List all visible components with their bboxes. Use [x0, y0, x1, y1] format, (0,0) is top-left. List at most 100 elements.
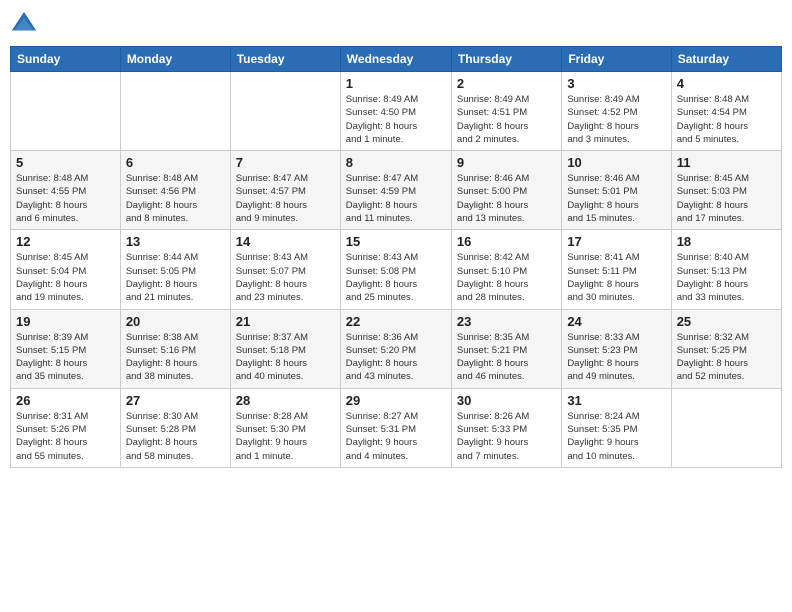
- day-number: 20: [126, 314, 225, 329]
- calendar-cell: 14 Sunrise: 8:43 AM Sunset: 5:07 PM Dayli…: [230, 230, 340, 309]
- calendar-week-5: 26 Sunrise: 8:31 AM Sunset: 5:26 PM Dayli…: [11, 388, 782, 467]
- day-info: Sunrise: 8:45 AM Sunset: 5:04 PM Dayligh…: [16, 251, 115, 304]
- logo: [10, 10, 42, 38]
- calendar-cell: 27 Sunrise: 8:30 AM Sunset: 5:28 PM Dayli…: [120, 388, 230, 467]
- day-number: 5: [16, 155, 115, 170]
- calendar-cell: 9 Sunrise: 8:46 AM Sunset: 5:00 PM Daylig…: [451, 151, 561, 230]
- calendar-cell: [11, 72, 121, 151]
- calendar-cell: 31Sunrise: 8:24 AM Sunset: 5:35 PM Dayli…: [562, 388, 671, 467]
- day-info: Sunrise: 8:38 AM Sunset: 5:16 PM Dayligh…: [126, 331, 225, 384]
- day-info: Sunrise: 8:36 AM Sunset: 5:20 PM Dayligh…: [346, 331, 446, 384]
- day-info: Sunrise: 8:49 AM Sunset: 4:51 PM Dayligh…: [457, 93, 556, 146]
- day-number: 19: [16, 314, 115, 329]
- day-number: 1: [346, 76, 446, 91]
- calendar-cell: 16 Sunrise: 8:42 AM Sunset: 5:10 PM Dayli…: [451, 230, 561, 309]
- calendar-cell: [230, 72, 340, 151]
- day-info: Sunrise: 8:47 AM Sunset: 4:59 PM Dayligh…: [346, 172, 446, 225]
- day-info: Sunrise: 8:45 AM Sunset: 5:03 PM Dayligh…: [677, 172, 776, 225]
- calendar-cell: [671, 388, 781, 467]
- day-number: 14: [236, 234, 335, 249]
- day-number: 27: [126, 393, 225, 408]
- calendar-cell: 3 Sunrise: 8:49 AM Sunset: 4:52 PM Daylig…: [562, 72, 671, 151]
- calendar-week-4: 19 Sunrise: 8:39 AM Sunset: 5:15 PM Dayli…: [11, 309, 782, 388]
- calendar-cell: 5 Sunrise: 8:48 AM Sunset: 4:55 PM Daylig…: [11, 151, 121, 230]
- day-number: 16: [457, 234, 556, 249]
- calendar-cell: 23Sunrise: 8:35 AM Sunset: 5:21 PM Dayli…: [451, 309, 561, 388]
- day-number: 4: [677, 76, 776, 91]
- day-info: Sunrise: 8:33 AM Sunset: 5:23 PM Dayligh…: [567, 331, 665, 384]
- calendar-cell: 6Sunrise: 8:48 AM Sunset: 4:56 PM Daylig…: [120, 151, 230, 230]
- calendar-cell: 17 Sunrise: 8:41 AM Sunset: 5:11 PM Dayli…: [562, 230, 671, 309]
- day-number: 30: [457, 393, 556, 408]
- day-info: Sunrise: 8:44 AM Sunset: 5:05 PM Dayligh…: [126, 251, 225, 304]
- calendar-cell: 13 Sunrise: 8:44 AM Sunset: 5:05 PM Dayli…: [120, 230, 230, 309]
- day-number: 29: [346, 393, 446, 408]
- day-header-tuesday: Tuesday: [230, 47, 340, 72]
- calendar-cell: 8 Sunrise: 8:47 AM Sunset: 4:59 PM Daylig…: [340, 151, 451, 230]
- day-info: Sunrise: 8:43 AM Sunset: 5:08 PM Dayligh…: [346, 251, 446, 304]
- day-info: Sunrise: 8:30 AM Sunset: 5:28 PM Dayligh…: [126, 410, 225, 463]
- day-header-friday: Friday: [562, 47, 671, 72]
- calendar-cell: 18 Sunrise: 8:40 AM Sunset: 5:13 PM Dayli…: [671, 230, 781, 309]
- day-number: 10: [567, 155, 665, 170]
- calendar-header-row: SundayMondayTuesdayWednesdayThursdayFrid…: [11, 47, 782, 72]
- calendar-week-3: 12 Sunrise: 8:45 AM Sunset: 5:04 PM Dayli…: [11, 230, 782, 309]
- day-number: 21: [236, 314, 335, 329]
- day-info: Sunrise: 8:27 AM Sunset: 5:31 PM Dayligh…: [346, 410, 446, 463]
- calendar-cell: 30 Sunrise: 8:26 AM Sunset: 5:33 PM Dayli…: [451, 388, 561, 467]
- calendar-cell: 10Sunrise: 8:46 AM Sunset: 5:01 PM Dayli…: [562, 151, 671, 230]
- day-info: Sunrise: 8:41 AM Sunset: 5:11 PM Dayligh…: [567, 251, 665, 304]
- day-number: 25: [677, 314, 776, 329]
- day-header-saturday: Saturday: [671, 47, 781, 72]
- calendar-cell: 20 Sunrise: 8:38 AM Sunset: 5:16 PM Dayli…: [120, 309, 230, 388]
- day-number: 24: [567, 314, 665, 329]
- day-header-monday: Monday: [120, 47, 230, 72]
- calendar-cell: 28 Sunrise: 8:28 AM Sunset: 5:30 PM Dayli…: [230, 388, 340, 467]
- day-info: Sunrise: 8:43 AM Sunset: 5:07 PM Dayligh…: [236, 251, 335, 304]
- day-number: 12: [16, 234, 115, 249]
- day-number: 2: [457, 76, 556, 91]
- day-info: Sunrise: 8:39 AM Sunset: 5:15 PM Dayligh…: [16, 331, 115, 384]
- day-info: Sunrise: 8:32 AM Sunset: 5:25 PM Dayligh…: [677, 331, 776, 384]
- calendar-cell: 1 Sunrise: 8:49 AM Sunset: 4:50 PM Daylig…: [340, 72, 451, 151]
- logo-icon: [10, 10, 38, 38]
- calendar-cell: 21 Sunrise: 8:37 AM Sunset: 5:18 PM Dayli…: [230, 309, 340, 388]
- calendar-cell: 11 Sunrise: 8:45 AM Sunset: 5:03 PM Dayli…: [671, 151, 781, 230]
- calendar-cell: 22 Sunrise: 8:36 AM Sunset: 5:20 PM Dayli…: [340, 309, 451, 388]
- day-number: 26: [16, 393, 115, 408]
- day-info: Sunrise: 8:42 AM Sunset: 5:10 PM Dayligh…: [457, 251, 556, 304]
- day-info: Sunrise: 8:49 AM Sunset: 4:52 PM Dayligh…: [567, 93, 665, 146]
- day-number: 11: [677, 155, 776, 170]
- calendar-cell: 4 Sunrise: 8:48 AM Sunset: 4:54 PM Daylig…: [671, 72, 781, 151]
- day-number: 3: [567, 76, 665, 91]
- day-number: 7: [236, 155, 335, 170]
- day-info: Sunrise: 8:48 AM Sunset: 4:55 PM Dayligh…: [16, 172, 115, 225]
- day-info: Sunrise: 8:31 AM Sunset: 5:26 PM Dayligh…: [16, 410, 115, 463]
- calendar-cell: 25 Sunrise: 8:32 AM Sunset: 5:25 PM Dayli…: [671, 309, 781, 388]
- day-number: 22: [346, 314, 446, 329]
- day-info: Sunrise: 8:48 AM Sunset: 4:54 PM Dayligh…: [677, 93, 776, 146]
- day-number: 18: [677, 234, 776, 249]
- calendar-cell: 7Sunrise: 8:47 AM Sunset: 4:57 PM Daylig…: [230, 151, 340, 230]
- day-header-thursday: Thursday: [451, 47, 561, 72]
- day-number: 13: [126, 234, 225, 249]
- calendar-week-1: 1 Sunrise: 8:49 AM Sunset: 4:50 PM Daylig…: [11, 72, 782, 151]
- day-number: 17: [567, 234, 665, 249]
- day-info: Sunrise: 8:28 AM Sunset: 5:30 PM Dayligh…: [236, 410, 335, 463]
- day-number: 6: [126, 155, 225, 170]
- page-header: [10, 10, 782, 38]
- day-info: Sunrise: 8:49 AM Sunset: 4:50 PM Dayligh…: [346, 93, 446, 146]
- day-header-sunday: Sunday: [11, 47, 121, 72]
- calendar-cell: 29 Sunrise: 8:27 AM Sunset: 5:31 PM Dayli…: [340, 388, 451, 467]
- day-info: Sunrise: 8:40 AM Sunset: 5:13 PM Dayligh…: [677, 251, 776, 304]
- day-header-wednesday: Wednesday: [340, 47, 451, 72]
- day-number: 23: [457, 314, 556, 329]
- day-info: Sunrise: 8:26 AM Sunset: 5:33 PM Dayligh…: [457, 410, 556, 463]
- day-info: Sunrise: 8:37 AM Sunset: 5:18 PM Dayligh…: [236, 331, 335, 384]
- day-number: 28: [236, 393, 335, 408]
- day-number: 9: [457, 155, 556, 170]
- calendar-cell: [120, 72, 230, 151]
- day-number: 15: [346, 234, 446, 249]
- day-info: Sunrise: 8:46 AM Sunset: 5:00 PM Dayligh…: [457, 172, 556, 225]
- day-number: 8: [346, 155, 446, 170]
